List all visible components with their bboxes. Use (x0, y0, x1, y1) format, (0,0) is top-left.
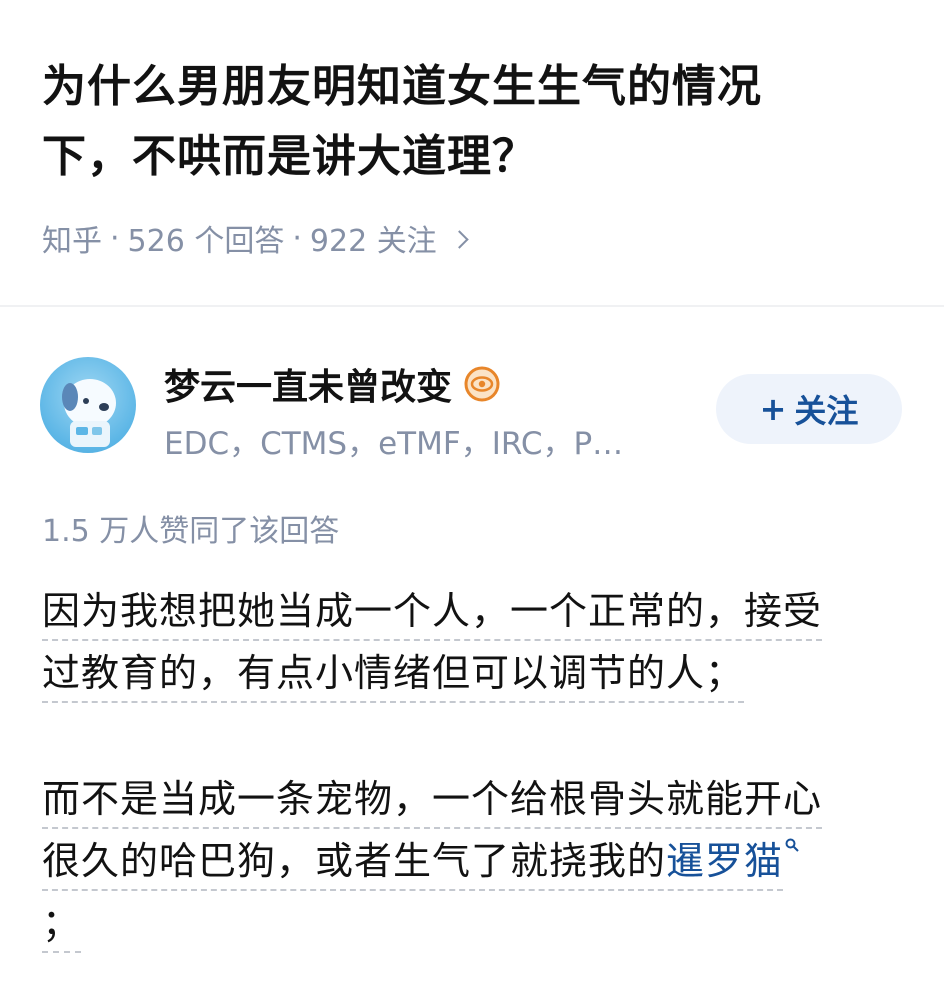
question-title-line1: 为什么男朋友明知道女生生气的情况 (42, 61, 762, 112)
answer-body: 因为我想把她当成一个人，一个正常的，接受 过教育的，有点小情绪但可以调节的人； … (42, 580, 904, 954)
author-name-line: 梦云一直未曾改变 (164, 358, 500, 410)
answer-line: 而不是当成一条宠物，一个给根骨头就能开心 (42, 777, 823, 829)
answer-line-text: 很久的哈巴狗，或者生气了就挠我的 (42, 839, 667, 883)
meta-separator: · (292, 220, 302, 256)
answer-line: 因为我想把她当成一个人，一个正常的，接受 (42, 589, 823, 641)
answer-count: 526 个回答 (127, 224, 285, 259)
question-meta[interactable]: 知乎 · 526 个回答 · 922 关注 (42, 216, 904, 260)
source-label: 知乎 (42, 224, 102, 259)
question-header: 为什么男朋友明知道女生生气的情况 下，不哄而是讲大道理？ 知乎 · 526 个回… (0, 0, 944, 259)
answer-line: 过教育的，有点小情绪但可以调节的人； (42, 651, 745, 703)
question-title-line2: 下，不哄而是讲大道理？ (42, 131, 537, 182)
search-icon[interactable] (785, 838, 799, 852)
follow-label: 关注 (794, 392, 859, 430)
author-name[interactable]: 梦云一直未曾改变 (164, 358, 452, 410)
meta-separator: · (110, 220, 120, 256)
section-divider (0, 305, 944, 307)
follow-count: 922 关注 (309, 224, 437, 259)
question-title[interactable]: 为什么男朋友明知道女生生气的情况 下，不哄而是讲大道理？ (42, 52, 904, 192)
vote-count: 1.5 万人赞同了该回答 (42, 514, 340, 549)
answer-paragraph: 而不是当成一条宠物，一个给根骨头就能开心 很久的哈巴狗，或者生气了就挠我的暹罗猫… (42, 768, 904, 954)
search-link[interactable]: 暹罗猫 (666, 839, 783, 883)
answer-line: ； (42, 901, 82, 953)
chevron-right-icon (449, 229, 469, 249)
answer-line: 很久的哈巴狗，或者生气了就挠我的暹罗猫 (42, 839, 784, 891)
answer-paragraph: 因为我想把她当成一个人，一个正常的，接受 过教育的，有点小情绪但可以调节的人； (42, 580, 904, 704)
follow-button[interactable]: + 关注 (716, 374, 902, 444)
avatar[interactable] (40, 357, 136, 453)
author-row: 梦云一直未曾改变 EDC，CTMS，eTMF，IRC，P… + 关注 (40, 352, 904, 462)
author-bio: EDC，CTMS，eTMF，IRC，P… (164, 426, 624, 462)
orange-eye-badge-icon[interactable] (464, 366, 500, 402)
plus-icon: + (759, 390, 787, 428)
